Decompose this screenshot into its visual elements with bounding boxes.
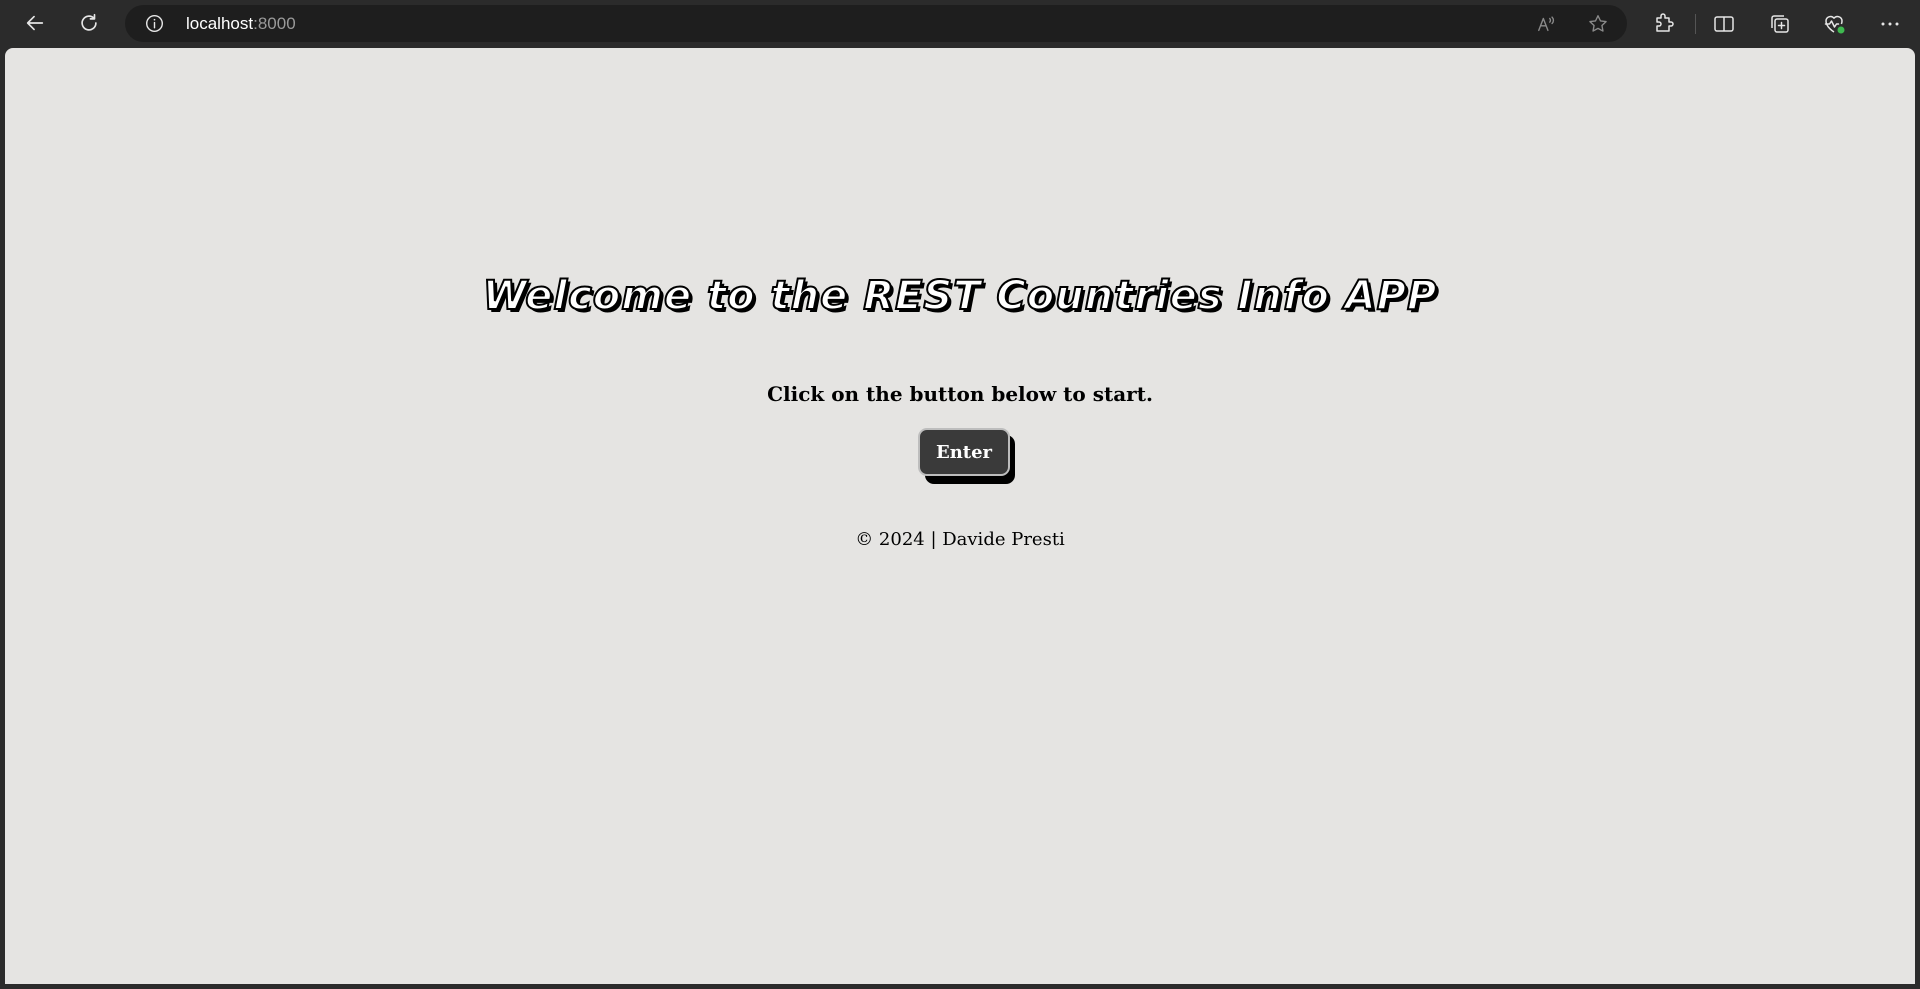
collections-icon[interactable] [1768, 12, 1792, 36]
page-title: Welcome to the REST Countries Info APP [482, 272, 1438, 320]
back-button[interactable] [18, 6, 52, 40]
enter-button-wrapper: Enter [918, 428, 1015, 484]
heart-pulse-icon[interactable] [1822, 12, 1846, 36]
star-icon[interactable] [1587, 13, 1609, 35]
info-icon[interactable] [145, 14, 164, 33]
url-port: :8000 [253, 14, 296, 33]
split-screen-icon[interactable] [1712, 12, 1736, 36]
puzzle-icon[interactable] [1652, 12, 1676, 36]
url-host: localhost [186, 14, 254, 33]
enter-button[interactable]: Enter [918, 428, 1010, 476]
instruction-text: Click on the button below to start. [767, 382, 1153, 406]
toolbar-divider [1695, 14, 1696, 34]
footer-copyright: © 2024 | Davide Presti [855, 529, 1065, 550]
address-bar[interactable]: localhost:8000 [125, 5, 1627, 42]
back-arrow-icon [26, 15, 44, 31]
refresh-icon [81, 13, 97, 31]
refresh-button[interactable] [72, 6, 106, 40]
url-text[interactable]: localhost:8000 [186, 14, 296, 33]
browser-toolbar: localhost:8000 [0, 0, 1920, 47]
read-aloud-icon[interactable] [1536, 13, 1558, 35]
page-viewport: Welcome to the REST Countries Info APP C… [5, 48, 1915, 984]
more-dots-icon[interactable] [1878, 12, 1902, 36]
